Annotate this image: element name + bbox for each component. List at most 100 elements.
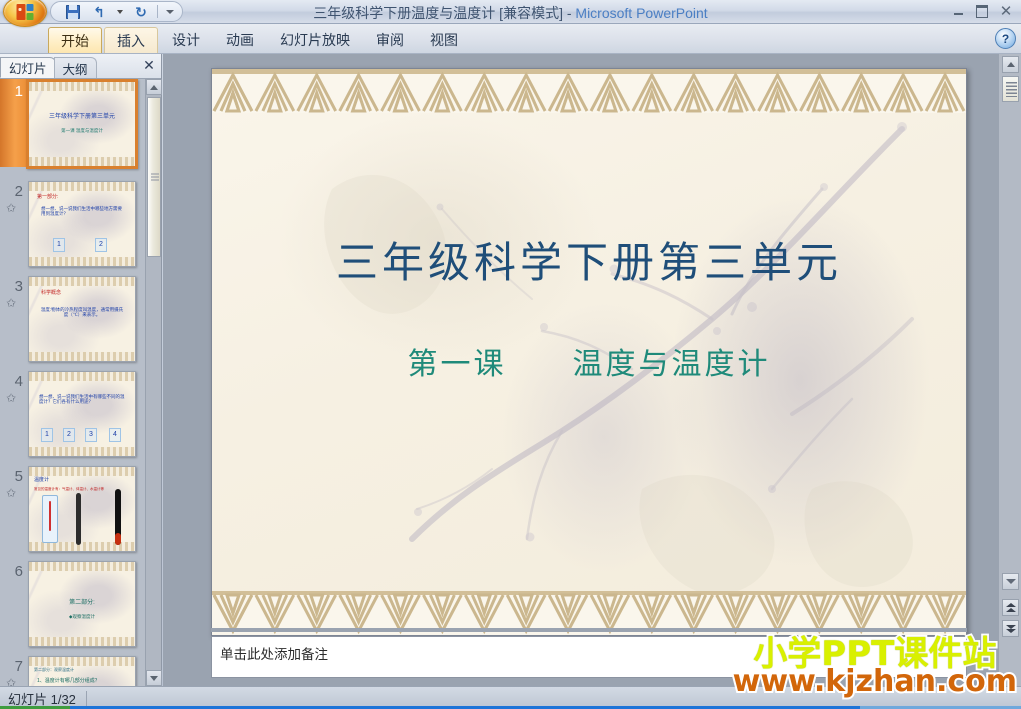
- slide-number: 5: [14, 468, 23, 485]
- thumbnail-content: 三年级科学下册第三单元 第一课 温度与温度计: [29, 82, 135, 166]
- minimize-button[interactable]: [947, 2, 969, 20]
- animation-star-icon: ✩: [6, 391, 17, 405]
- animation-star-icon: ✩: [6, 201, 17, 215]
- list-item[interactable]: 1 三年级科学下册第三单元 第一课 温度与温度计: [0, 79, 146, 179]
- triangle-up-icon: [1006, 62, 1015, 67]
- slide-thumbnail[interactable]: 三年级科学下册第三单元 第一课 温度与温度计: [26, 79, 138, 169]
- tab-label: 设计: [172, 32, 200, 48]
- thumbnail-bottom-border: [29, 257, 135, 266]
- close-panel-icon[interactable]: ✕: [141, 57, 157, 73]
- slide-thumbnail[interactable]: 温度计 常见的温度计有：气温计、体温计、水温计等: [28, 466, 136, 552]
- animation-star-icon: ✩: [6, 676, 17, 686]
- list-item[interactable]: 2 ✩ 第一部分: 想一想、说一说我们生活中哪些地方需要用到温度计？ 1 2: [0, 179, 146, 274]
- thumbnail-bottom-border: [29, 637, 135, 646]
- double-arrow-up-icon: [1005, 603, 1016, 612]
- tab-animations[interactable]: 动画: [214, 27, 266, 53]
- slide-number: 7: [14, 658, 23, 675]
- thumbnail-top-border: [29, 182, 135, 191]
- thumbnail-body: ◆观察温度计: [69, 614, 95, 619]
- slides-outline-panel: 幻灯片 大纲 ✕ 1 三年级科学下册第三单元 第一课 温度与温度计 2 ✩ 第一…: [0, 54, 162, 686]
- slide-thumbnail[interactable]: 第一部分: 想一想、说一说我们生活中哪些地方需要用到温度计？ 1 2: [28, 181, 136, 267]
- thumbnail-body: 想一想、说一说我们生活中哪些地方需要用到温度计？: [41, 206, 122, 217]
- close-button[interactable]: ✕: [995, 2, 1017, 20]
- thumbnail-heading: 温度计: [34, 477, 50, 483]
- restore-button[interactable]: [971, 2, 993, 20]
- slide-subtitle-text[interactable]: 第一课 温度与温度计: [212, 339, 966, 383]
- thumbnail-content: 科学概念 温度:物体的冷热程度叫温度，通常用摄氏度（℃）来表示。: [29, 277, 135, 361]
- tab-label: 审阅: [376, 32, 404, 48]
- animation-star-icon: ✩: [6, 486, 17, 500]
- thumbnail-bottom-border: [29, 157, 135, 166]
- tab-slides[interactable]: 幻灯片: [0, 57, 56, 78]
- ribbon-tab-strip: 开始 插入 设计 动画 幻灯片放映 审阅 视图 ?: [0, 24, 1021, 54]
- tab-slideshow[interactable]: 幻灯片放映: [268, 27, 362, 53]
- tab-insert[interactable]: 插入: [104, 27, 158, 53]
- panel-scrollbar[interactable]: [145, 79, 162, 686]
- thumbnail-top-border: [29, 372, 135, 381]
- list-item[interactable]: 3 ✩ 科学概念 温度:物体的冷热程度叫温度，通常用摄氏度（℃）来表示。: [0, 274, 146, 369]
- thumbnail-bottom-border: [29, 447, 135, 456]
- thumbnail-content: 第二部分: ◆观察温度计: [29, 562, 135, 646]
- slide-thumbnail-list[interactable]: 1 三年级科学下册第三单元 第一课 温度与温度计 2 ✩ 第一部分: 想一想、说…: [0, 79, 146, 686]
- workspace: 幻灯片 大纲 ✕ 1 三年级科学下册第三单元 第一课 温度与温度计 2 ✩ 第一…: [0, 54, 1021, 686]
- tab-review[interactable]: 审阅: [364, 27, 416, 53]
- slide-title-text[interactable]: 三年级科学下册第三单元: [212, 229, 966, 290]
- scroll-down-button[interactable]: [1002, 573, 1019, 590]
- grip-icon: [1006, 82, 1017, 97]
- thumbnail-heading: 科学概念: [41, 290, 62, 296]
- slide-scrollbar[interactable]: [999, 54, 1021, 686]
- slide-number: 1: [14, 83, 23, 100]
- thumbnail-number-box: 1: [53, 238, 65, 252]
- help-icon[interactable]: ?: [995, 28, 1016, 49]
- thermometer-image: [76, 493, 81, 545]
- thumbnail-content: 第一部分: 想一想、说一说我们生活中哪些地方需要用到温度计？ 1 2: [29, 182, 135, 266]
- slide-thumbnail[interactable]: 想一想、说一说我们生活中有哪些不同的温度计？它们各有什么用途？ 1 2 3 4: [28, 371, 136, 457]
- slide-thumbnail[interactable]: 第二部分: ◆观察温度计: [28, 561, 136, 647]
- thumbnail-heading: 第二部分:: [69, 600, 95, 606]
- status-bar: 幻灯片 1/32: [0, 686, 1021, 709]
- slide-thumbnail[interactable]: 科学概念 温度:物体的冷热程度叫温度，通常用摄氏度（℃）来表示。: [28, 276, 136, 362]
- tab-home[interactable]: 开始: [48, 27, 102, 53]
- tab-outline[interactable]: 大纲: [53, 57, 97, 78]
- thumbnail-content: 想一想、说一说我们生活中有哪些不同的温度计？它们各有什么用途？ 1 2 3 4: [29, 372, 135, 456]
- slide-counter: 幻灯片 1/32: [8, 691, 76, 707]
- triangle-down-icon: [1005, 579, 1016, 584]
- slide-number: 4: [14, 373, 23, 390]
- current-slide[interactable]: 三年级科学下册第三单元 第一课 温度与温度计: [211, 68, 967, 636]
- slide-top-border: [212, 69, 966, 113]
- window-controls: ✕: [947, 2, 1017, 20]
- notes-splitter[interactable]: [211, 628, 967, 632]
- thumbnail-heading: 第一部分:: [37, 194, 59, 200]
- tab-label: 动画: [226, 32, 254, 48]
- double-arrow-down-icon: [1005, 624, 1016, 633]
- tab-label: 开始: [61, 32, 89, 49]
- tab-label: 大纲: [62, 62, 88, 77]
- office-logo-icon: [16, 3, 34, 20]
- thumbnail-top-border: [29, 82, 135, 91]
- scroll-up-button[interactable]: [146, 79, 162, 95]
- previous-slide-button[interactable]: [1002, 599, 1019, 616]
- scrollbar-thumb[interactable]: [147, 97, 161, 257]
- next-slide-button[interactable]: [1002, 620, 1019, 637]
- list-item[interactable]: 6 第二部分: ◆观察温度计: [0, 559, 146, 654]
- tab-view[interactable]: 视图: [418, 27, 470, 53]
- tab-design[interactable]: 设计: [160, 27, 212, 53]
- thumbnail-number-box: 1: [41, 428, 53, 442]
- scroll-up-button[interactable]: [1002, 56, 1019, 73]
- scroll-down-button[interactable]: [146, 670, 162, 686]
- list-item[interactable]: 4 ✩ 想一想、说一说我们生活中有哪些不同的温度计？它们各有什么用途？ 1 2 …: [0, 369, 146, 464]
- application-name: Microsoft PowerPoint: [575, 5, 708, 21]
- status-divider: [85, 690, 87, 706]
- scrollbar-thumb[interactable]: [1002, 76, 1019, 102]
- thumbnail-body: 1、温度计有哪几部分组成？: [37, 678, 100, 684]
- thumbnail-bottom-border: [29, 352, 135, 361]
- thermometer-mercury: [49, 501, 51, 531]
- thumbnail-number-box: 2: [63, 428, 75, 442]
- slide-thumbnail[interactable]: 第二部分：观察温度计 1、温度计有哪几部分组成？: [28, 656, 136, 686]
- list-item[interactable]: 7 ✩ 第二部分：观察温度计 1、温度计有哪几部分组成？: [0, 654, 146, 686]
- tab-label: 视图: [430, 32, 458, 48]
- list-item[interactable]: 5 ✩ 温度计 常见的温度计有：气温计、体温计、水温计等: [0, 464, 146, 559]
- notes-pane[interactable]: 单击此处添加备注: [211, 636, 967, 678]
- thermometer-bulb: [115, 533, 121, 545]
- animation-star-icon: ✩: [6, 296, 17, 310]
